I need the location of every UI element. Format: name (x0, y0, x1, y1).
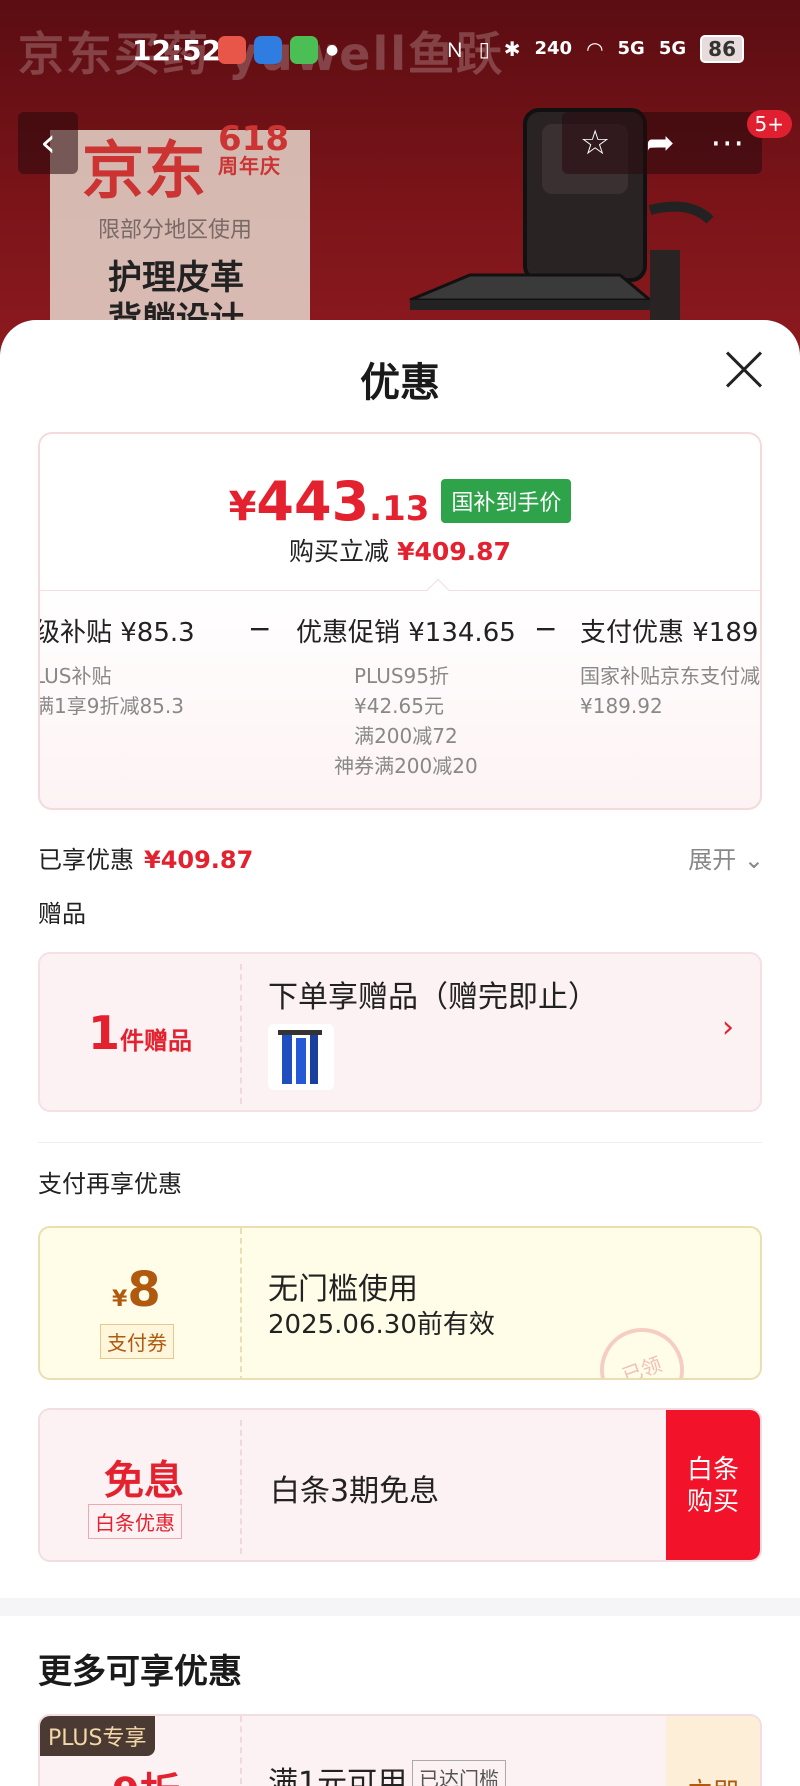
plus-condition: 满1元可用 (268, 1766, 408, 1786)
product-backdrop: 京东买药 yuwell鱼跃 12:52 ● Ｎ ▯ ✱ 240 ◠ 5G 5G … (0, 0, 800, 360)
pay-coupon[interactable]: ¥8 支付券 无门槛使用 2025.06.30前有效 已领 (38, 1226, 762, 1380)
status-right: Ｎ ▯ ✱ 240 ◠ 5G 5G 86 (445, 34, 744, 63)
back-button[interactable]: ‹ (18, 112, 78, 174)
breakdown-promo: 优惠促销 ¥134.65 PLUS95折 ¥42.65元 满200减72 神券满… (296, 618, 516, 778)
claim-button[interactable]: 立即 (666, 1716, 760, 1786)
status-time: 12:52 (132, 34, 222, 67)
chevron-left-icon: ‹ (40, 120, 56, 166)
claimed-stamp: 已领 (588, 1316, 696, 1378)
phone-app-icon (254, 36, 282, 64)
save-label: 购买立减 (289, 537, 390, 566)
discount-breakdown: 级补贴 ¥85.3 LUS补贴 满1享9折减85.3 − 优惠促销 ¥134.6… (38, 612, 760, 802)
plus-coupon: PLUS专享 9折 满1元可用 已达门槛 立即 (38, 1714, 762, 1786)
baitiao-tag: 白条优惠 (88, 1504, 182, 1539)
gift-description: 下单享赠品（赠完即止） (268, 980, 598, 1015)
coupon-expiry: 2025.06.30前有效 (268, 1310, 495, 1340)
battery-indicator: 86 (700, 34, 744, 63)
promo-line: 限部分地区使用 (98, 218, 253, 243)
plus-badge: PLUS专享 (40, 1716, 155, 1756)
price-decimal: .13 (369, 489, 430, 529)
chevron-down-icon: ⌄ (743, 846, 764, 874)
gift-separator (240, 964, 242, 1104)
coupon-separator (240, 1716, 242, 1786)
chevron-right-icon: › (722, 1010, 734, 1045)
pay-section-title: 支付再享优惠 (38, 1170, 182, 1198)
minus-sign: − (534, 612, 558, 645)
gift-section-title: 赠品 (38, 900, 86, 928)
final-price: ¥ 443 .13 国补到手价 (40, 470, 760, 533)
baitiao-coupon: 免息 白条优惠 白条3期免息 白条 购买 (38, 1408, 762, 1562)
save-amount: ¥409.87 (397, 537, 511, 566)
section-gap (0, 1598, 800, 1616)
baitiao-title: 免息 (104, 1458, 184, 1504)
dot-icon: ● (326, 42, 339, 58)
price-tag: 国补到手价 (441, 479, 572, 523)
divider (38, 1142, 762, 1143)
gift-count: 1件赠品 (88, 1006, 193, 1060)
plus-discount: 9折 (112, 1760, 180, 1786)
coupon-amount: ¥8 (112, 1262, 161, 1318)
threshold-tag: 已达门槛 (412, 1760, 506, 1786)
divider-notch (426, 578, 450, 602)
coupon-separator (240, 1420, 242, 1554)
more-discounts-title: 更多可享优惠 (38, 1652, 242, 1692)
sheet-title: 优惠 (360, 360, 440, 406)
price-symbol: ¥ (228, 484, 257, 530)
baitiao-buy-button[interactable]: 白条 购买 (666, 1410, 760, 1560)
vibrate-icon: ▯ (478, 36, 490, 61)
bluetooth-icon: ✱ (503, 36, 521, 61)
nav-actions: ☆ ➦ ⋯ (562, 112, 762, 174)
save-row: 购买立减 ¥409.87 (40, 532, 760, 568)
baitiao-description: 白条3期免息 (270, 1474, 440, 1509)
gift-card[interactable]: 1件赠品 下单享赠品（赠完即止） › (38, 952, 762, 1112)
promo-logo: 京东 (82, 134, 207, 207)
discount-sheet: 优惠 ¥ 443 .13 国补到手价 购买立减 ¥409.87 级补贴 ¥85.3… (0, 320, 800, 1786)
nfc-icon: Ｎ (444, 38, 465, 62)
wifi-icon: ◠ (586, 36, 604, 61)
price-main: 443 (256, 470, 370, 533)
price-card: ¥ 443 .13 国补到手价 购买立减 ¥409.87 级补贴 ¥85.3 LU… (38, 432, 762, 810)
message-app-icon (290, 36, 318, 64)
minus-sign: − (248, 612, 272, 645)
message-badge: 5+ (746, 110, 792, 138)
breakdown-payment: 支付优惠 ¥189.92 国家补贴京东支付减 ¥189.92 (580, 618, 760, 718)
share-icon[interactable]: ➦ (646, 123, 675, 163)
divider (40, 590, 760, 591)
signal-5g-2: 5G (658, 38, 687, 59)
coupon-type: 支付券 (100, 1324, 174, 1359)
expand-toggle[interactable]: 展开 ⌄ (688, 840, 764, 875)
coupon-separator (240, 1228, 242, 1378)
breakdown-subsidy: 级补贴 ¥85.3 LUS补贴 满1享9折减85.3 (38, 618, 195, 718)
promo-618: 618 周年庆 (218, 119, 289, 178)
close-icon[interactable] (724, 350, 764, 390)
status-bar: 12:52 ● Ｎ ▯ ✱ 240 ◠ 5G 5G 86 (0, 28, 800, 74)
more-icon[interactable]: ⋯ (710, 123, 744, 163)
gift-thumbnail (268, 1024, 334, 1090)
signal-5g-1: 5G (617, 38, 645, 59)
coupon-title: 无门槛使用 (268, 1272, 418, 1307)
network-speed: 240 (534, 38, 573, 59)
app-618-icon (218, 36, 246, 64)
enjoyed-discount: 已享优惠 ¥409.87 (38, 846, 254, 874)
notification-icons: ● (218, 36, 338, 64)
star-icon[interactable]: ☆ (580, 123, 610, 163)
